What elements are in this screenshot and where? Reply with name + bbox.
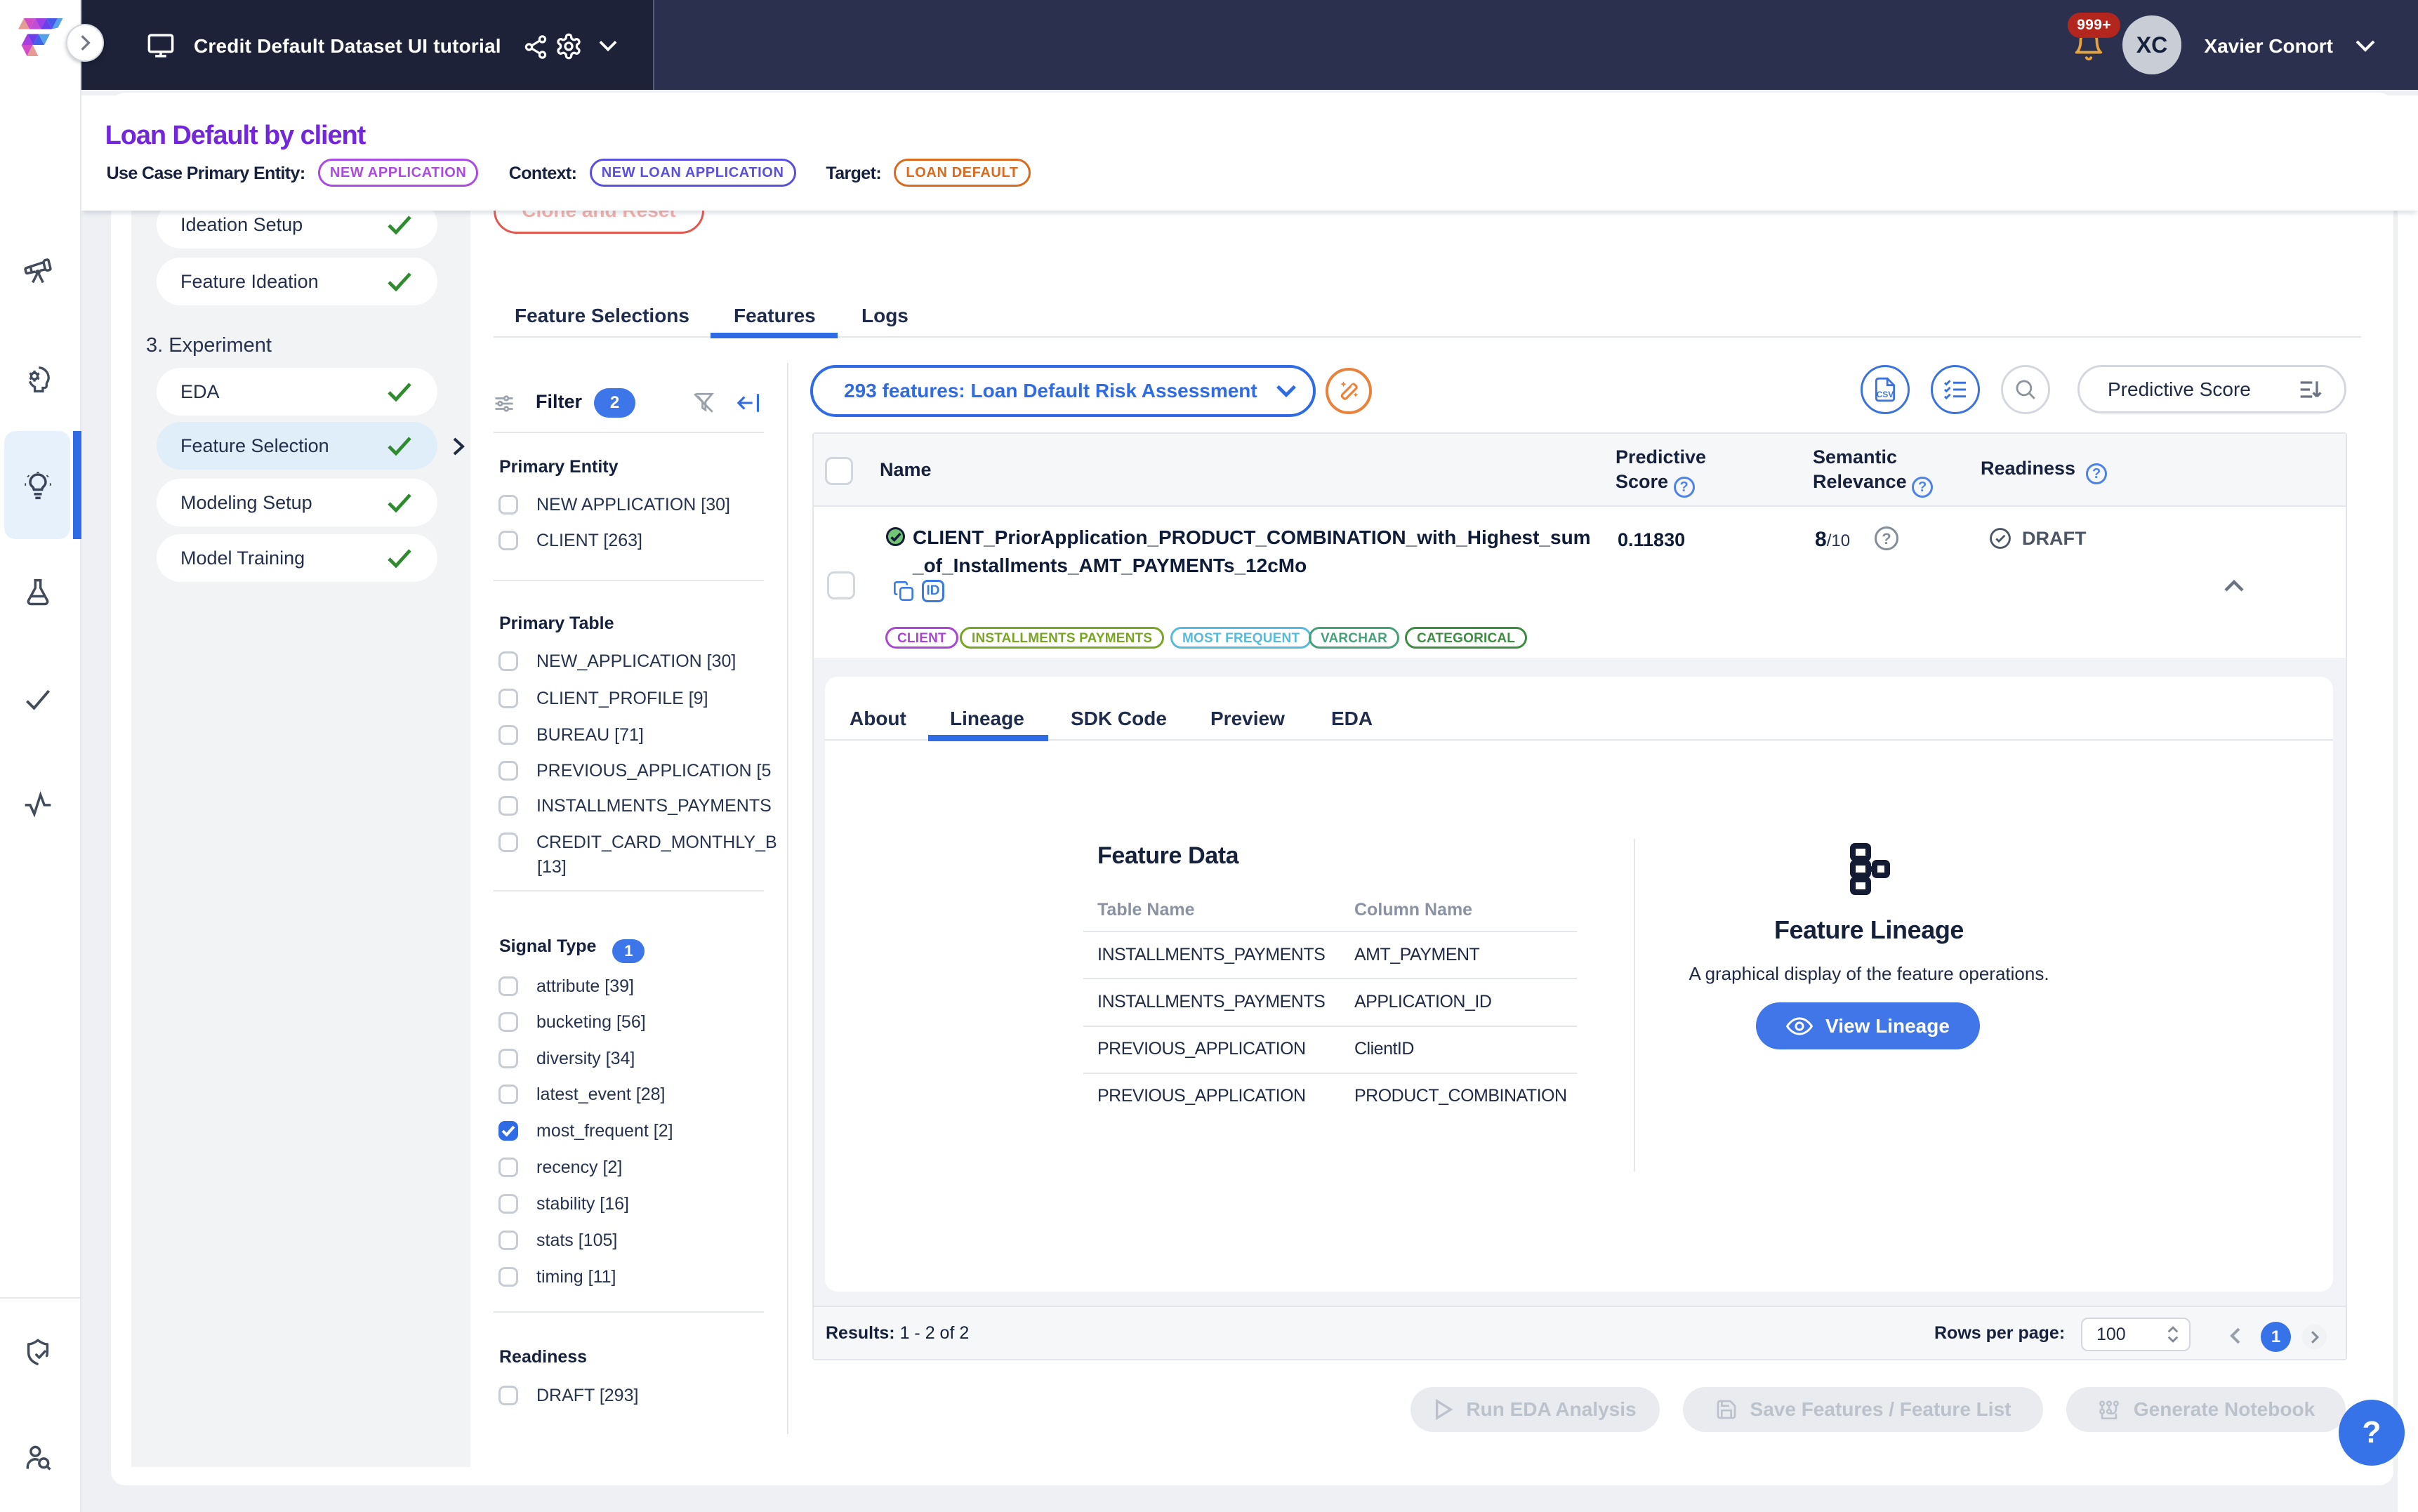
svg-text:CSV: CSV: [1877, 390, 1894, 399]
